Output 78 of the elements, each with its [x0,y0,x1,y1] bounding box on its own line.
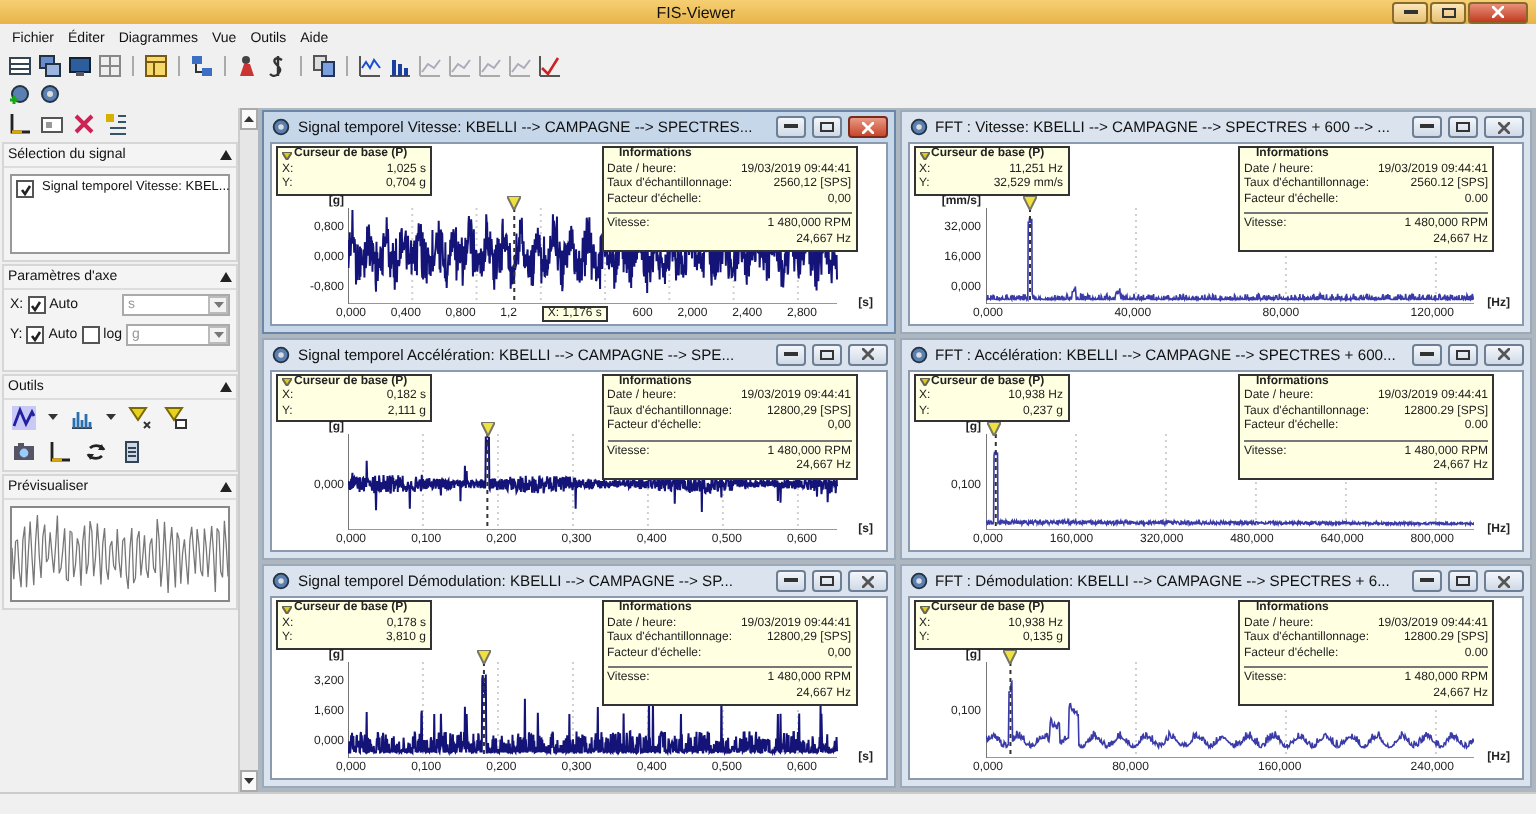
dropdown-button[interactable] [208,296,228,314]
close-button[interactable] [1468,1,1528,23]
marker-icon[interactable] [164,406,188,430]
caret-icon[interactable] [106,414,116,422]
close-icon [1492,6,1504,18]
up-arrow-icon [244,116,254,122]
close-icon [1498,348,1510,361]
checkbox[interactable] [16,180,34,198]
close-button[interactable] [847,116,887,138]
maximize-icon [1441,7,1455,17]
app-icon [907,343,929,366]
axes-icon[interactable] [48,440,72,464]
maximize-icon [1456,576,1470,587]
frame-icon[interactable] [40,112,64,136]
maximize-icon [1456,349,1470,360]
minimize-icon [783,124,797,130]
checkbox[interactable] [26,326,45,344]
down-arrow-icon [244,778,254,784]
minimize-button[interactable] [1392,1,1428,23]
marker-icon [919,378,929,387]
maximize-icon [819,349,833,360]
checkbox[interactable] [27,296,46,314]
app-icon [907,570,929,593]
marker-icon[interactable] [128,406,152,430]
minimize-icon [783,351,797,358]
close-icon [861,348,873,361]
wave-icon[interactable] [12,406,36,430]
maximize-icon [1456,122,1470,132]
app-title: FIS-Viewer [654,3,738,21]
app-icon [270,116,292,138]
close-icon [1498,121,1510,133]
marker-icon [282,151,292,160]
bar-chart-icon[interactable] [388,54,412,78]
minimize-button[interactable] [775,116,805,138]
app-icon [907,116,929,138]
cursor-marker-icon[interactable] [507,195,522,209]
maximize-button[interactable] [1430,1,1466,23]
close-icon [1498,575,1510,588]
copy-icon[interactable] [312,54,336,78]
close-icon [861,121,873,133]
minimize-icon [783,578,797,585]
collapse-icon[interactable] [220,150,232,160]
maximize-icon [819,576,833,587]
collapse-icon[interactable] [220,272,232,282]
camera-icon[interactable] [12,440,36,464]
minimize-icon [1420,124,1434,130]
app-icon [270,343,292,366]
checkbox[interactable] [81,326,100,344]
app-icon [270,570,292,593]
scroll-down-button[interactable] [240,770,258,792]
marker-icon [919,151,929,160]
windows-icon[interactable] [38,54,62,78]
chart-icon[interactable] [538,54,562,78]
list-icon[interactable] [8,54,32,78]
monitor-icon[interactable] [68,54,92,78]
marker-icon [282,378,292,387]
close-icon [861,575,873,588]
collapse-icon[interactable] [220,482,232,492]
caret-icon[interactable] [48,414,58,422]
collapse-icon[interactable] [220,382,232,392]
cycle-icon[interactable] [84,440,108,464]
spectrum-icon[interactable] [70,406,94,430]
table-icon[interactable] [144,54,168,78]
down-arrow-icon [213,332,223,338]
axes-icon[interactable] [8,112,32,136]
minimize-icon [1403,9,1417,15]
dropdown-button[interactable] [208,326,228,344]
minimize-icon [1420,578,1434,585]
tree-icon[interactable] [190,54,214,78]
maximize-button[interactable] [811,116,841,138]
maximize-icon [819,122,833,132]
marker-icon [282,606,292,615]
line-chart-icon[interactable] [358,54,382,78]
marker-icon [919,606,929,615]
minimize-icon [1420,351,1434,358]
down-arrow-icon [213,302,223,308]
scroll-up-button[interactable] [240,108,258,130]
person-icon[interactable] [236,54,260,78]
